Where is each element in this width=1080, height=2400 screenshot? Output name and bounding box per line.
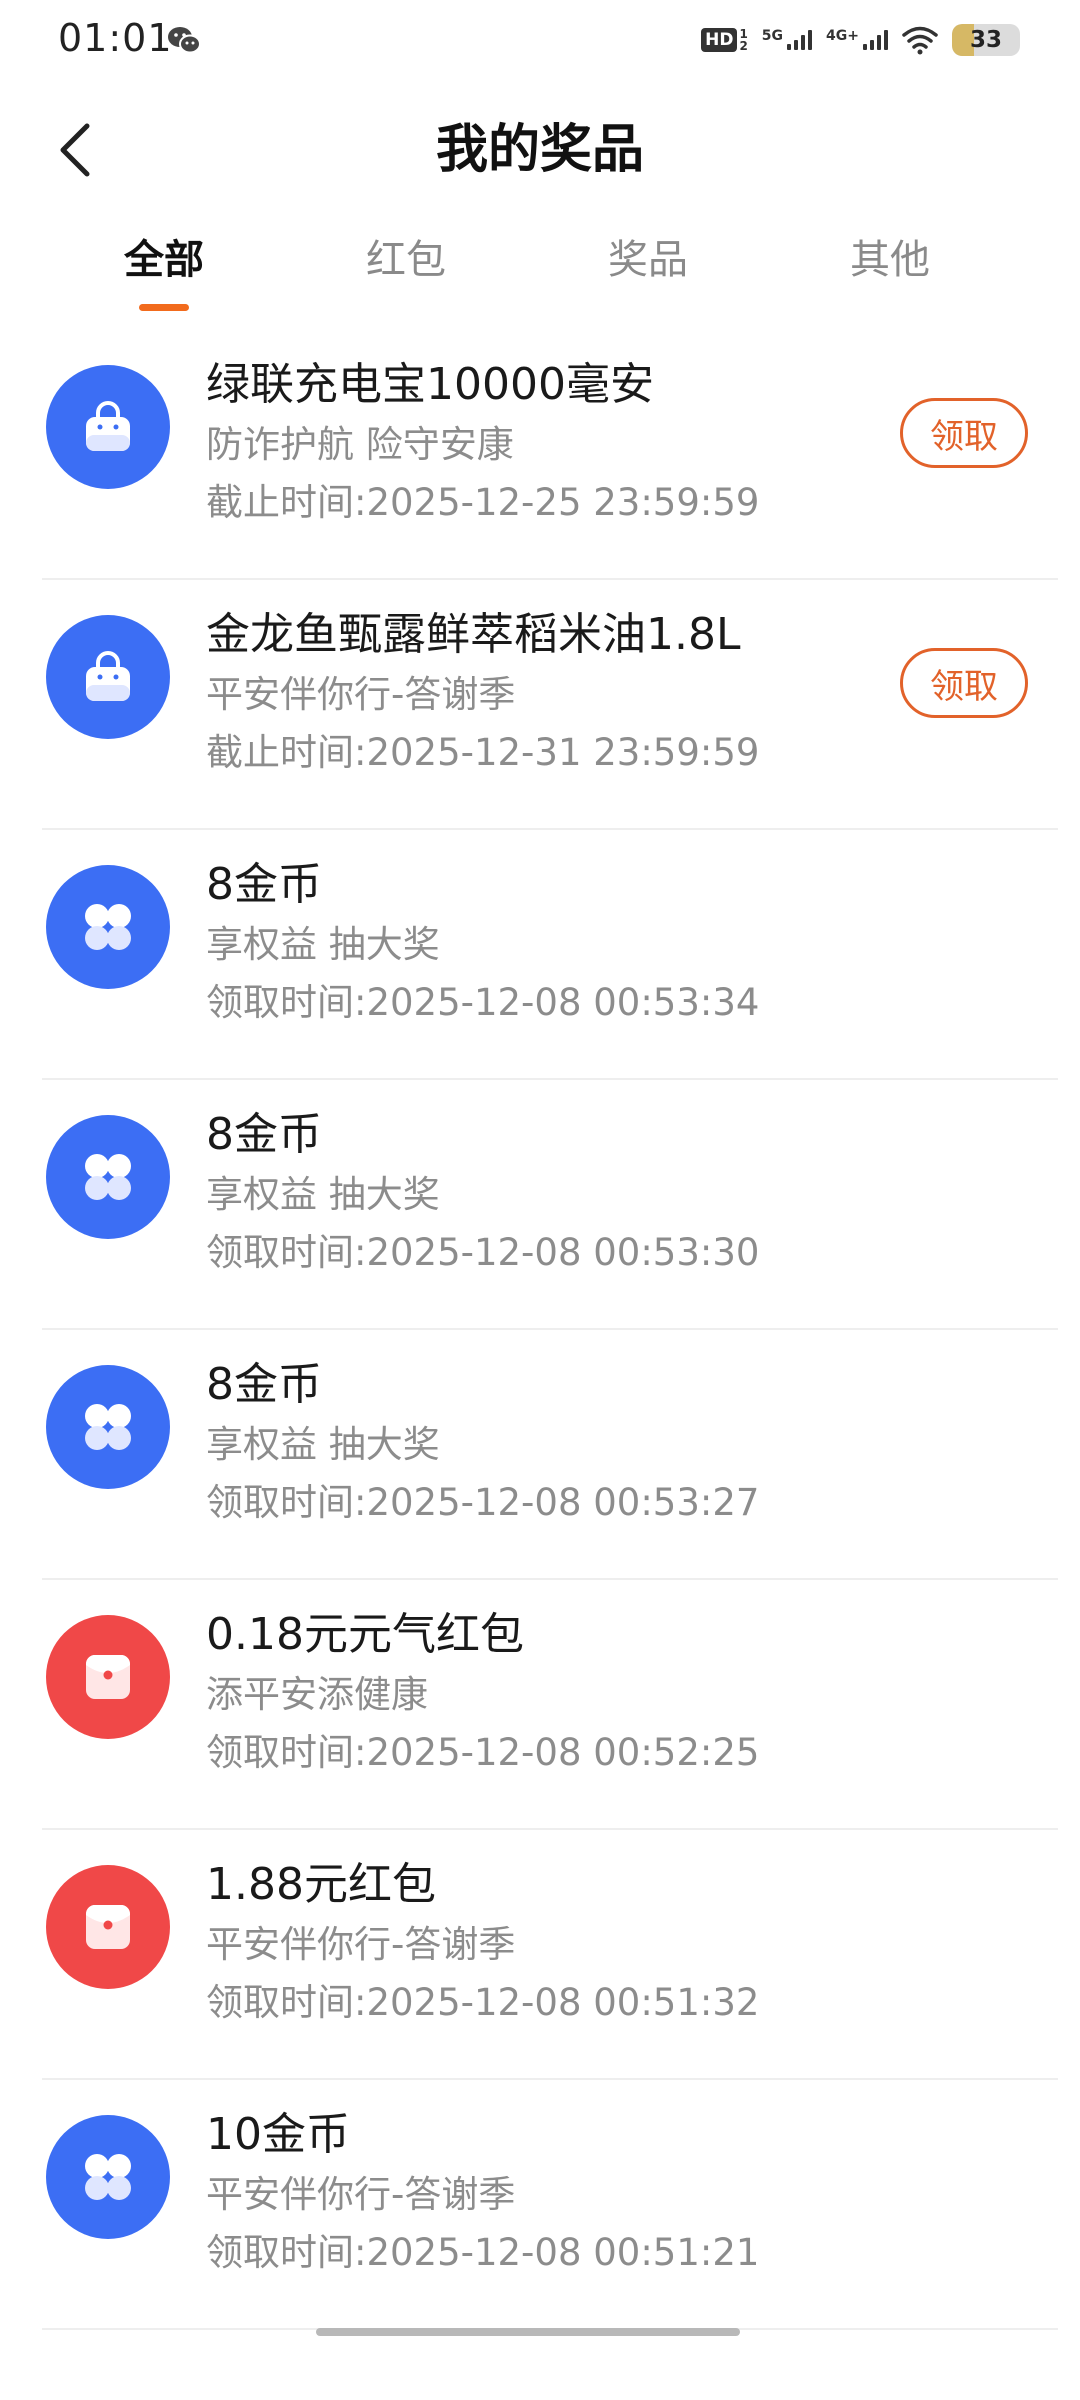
prize-time: 领取时间:2025-12-08 00:52:25 — [206, 1731, 760, 1774]
status-bar: 01:01 HD 12 5G 4G+ 33 — [0, 0, 1080, 80]
prize-time: 截止时间:2025-12-25 23:59:59 — [206, 481, 760, 524]
battery-level: 33 — [969, 27, 1002, 53]
prize-title: 1.88元红包 — [206, 1859, 436, 1910]
tab-other[interactable]: 其他 — [790, 220, 990, 320]
prize-subtitle: 享权益 抽大奖 — [206, 1173, 440, 1216]
prize-list-item[interactable]: 金龙鱼甄露鲜萃稻米油1.8L 平安伴你行-答谢季截止时间:2025-12-31 2… — [0, 580, 1080, 830]
status-time: 01:01 — [58, 16, 173, 60]
tab-label: 红包 — [366, 237, 446, 283]
tab-active-indicator — [139, 304, 189, 311]
tab-label: 全部 — [124, 237, 204, 283]
prize-subtitle: 平安伴你行-答谢季 — [206, 673, 516, 716]
prize-subtitle: 平安伴你行-答谢季 — [206, 1923, 516, 1966]
wifi-icon — [902, 26, 938, 55]
prize-list-item[interactable]: 8金币享权益 抽大奖领取时间:2025-12-08 00:53:30 — [0, 1080, 1080, 1330]
prize-title: 8金币 — [206, 859, 322, 910]
status-indicators: HD 12 5G 4G+ 33 — [701, 20, 1020, 60]
claim-button[interactable]: 领取 — [900, 648, 1028, 718]
claim-button[interactable]: 领取 — [900, 398, 1028, 468]
prize-subtitle: 防诈护航 险守安康 — [206, 423, 514, 466]
prize-list-item[interactable]: 绿联充电宝10000毫安防诈护航 险守安康截止时间:2025-12-25 23:… — [0, 330, 1080, 580]
tab-all[interactable]: 全部 — [64, 220, 264, 320]
prize-list: 绿联充电宝10000毫安防诈护航 险守安康截止时间:2025-12-25 23:… — [0, 330, 1080, 2330]
prize-list-item[interactable]: 8金币享权益 抽大奖领取时间:2025-12-08 00:53:27 — [0, 1330, 1080, 1580]
tab-prizes[interactable]: 奖品 — [548, 220, 748, 320]
prize-title: 0.18元元气红包 — [206, 1609, 524, 1660]
prize-subtitle: 添平安添健康 — [206, 1673, 428, 1716]
prize-list-item[interactable]: 1.88元红包平安伴你行-答谢季领取时间:2025-12-08 00:51:32 — [0, 1830, 1080, 2080]
hd-voice-icon: HD 12 — [701, 28, 748, 52]
red-envelope-icon — [46, 1615, 170, 1739]
prize-time: 领取时间:2025-12-08 00:51:21 — [206, 2231, 760, 2274]
page-title: 我的奖品 — [435, 120, 644, 180]
prize-list-item[interactable]: 8金币享权益 抽大奖领取时间:2025-12-08 00:53:34 — [0, 830, 1080, 1080]
prize-title: 10金币 — [206, 2109, 350, 2160]
signal-4g-icon: 4G+ — [826, 28, 888, 50]
prize-time: 截止时间:2025-12-31 23:59:59 — [206, 731, 760, 774]
prize-time: 领取时间:2025-12-08 00:53:27 — [206, 1481, 760, 1524]
home-indicator[interactable] — [316, 2328, 740, 2336]
tab-bar: 全部 红包 奖品 其他 — [0, 220, 1080, 320]
coins-icon — [46, 2115, 170, 2239]
red-envelope-icon — [46, 1865, 170, 1989]
wechat-icon — [168, 27, 201, 54]
shopping-bag-icon — [46, 365, 170, 489]
coins-icon — [46, 865, 170, 989]
prize-subtitle: 享权益 抽大奖 — [206, 1423, 440, 1466]
prize-time: 领取时间:2025-12-08 00:53:30 — [206, 1231, 760, 1274]
prize-title: 8金币 — [206, 1359, 322, 1410]
prize-time: 领取时间:2025-12-08 00:53:34 — [206, 981, 760, 1024]
prize-title: 绿联充电宝10000毫安 — [206, 359, 654, 410]
prize-subtitle: 平安伴你行-答谢季 — [206, 2173, 516, 2216]
coins-icon — [46, 1365, 170, 1489]
page-header: 我的奖品 — [0, 100, 1080, 200]
tab-label: 奖品 — [608, 237, 688, 283]
prize-title: 金龙鱼甄露鲜萃稻米油1.8L — [206, 609, 741, 660]
prize-time: 领取时间:2025-12-08 00:51:32 — [206, 1981, 760, 2024]
prize-list-item[interactable]: 0.18元元气红包添平安添健康领取时间:2025-12-08 00:52:25 — [0, 1580, 1080, 1830]
tab-label: 其他 — [850, 237, 930, 283]
battery-icon: 33 — [952, 24, 1020, 56]
prize-title: 8金币 — [206, 1109, 322, 1160]
shopping-bag-icon — [46, 615, 170, 739]
tab-red-packet[interactable]: 红包 — [306, 220, 506, 320]
coins-icon — [46, 1115, 170, 1239]
signal-5g-icon: 5G — [762, 28, 813, 50]
prize-list-item[interactable]: 10金币平安伴你行-答谢季领取时间:2025-12-08 00:51:21 — [0, 2080, 1080, 2330]
prize-subtitle: 享权益 抽大奖 — [206, 923, 440, 966]
